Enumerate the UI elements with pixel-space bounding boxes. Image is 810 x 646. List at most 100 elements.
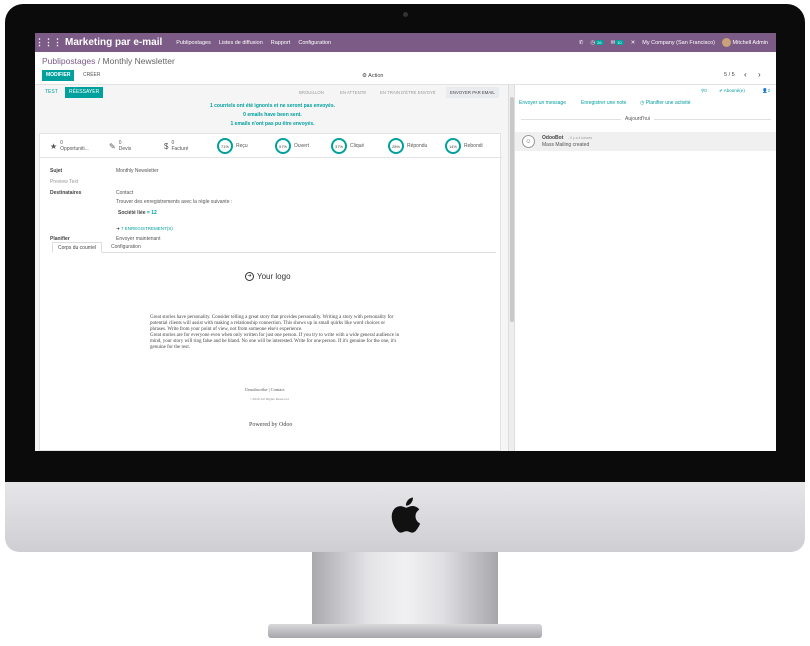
domain-rule-tag[interactable]: Société liée = 12 bbox=[118, 210, 157, 216]
stat-label: Devis bbox=[118, 146, 132, 152]
pager-next-icon[interactable]: › bbox=[758, 70, 761, 79]
apps-grid-icon[interactable]: ⋮⋮⋮ bbox=[35, 37, 62, 48]
smart-buttons: ★ 0 Opportuniti... ✎ 0 Devis $ 0 Facturé 71… bbox=[40, 134, 502, 158]
clock-icon: ◷ bbox=[640, 100, 645, 106]
alert-ignored: 1 courriels ont été ignorés et ne seront… bbox=[35, 103, 510, 109]
clicked-gauge: 37% bbox=[331, 138, 347, 154]
avatar bbox=[722, 38, 731, 47]
camera-icon bbox=[403, 12, 408, 17]
pager-prev-icon[interactable]: ‹ bbox=[744, 70, 747, 79]
attachment-count: 0 bbox=[704, 88, 707, 93]
action-menu[interactable]: ⚙ Action bbox=[362, 73, 383, 79]
log-note-button[interactable]: Enregistrer une note bbox=[581, 100, 626, 106]
contact-link[interactable]: Contact bbox=[271, 387, 285, 392]
chat-icon[interactable]: ✉ 10 bbox=[611, 39, 624, 46]
activity-count-badge: 26 bbox=[595, 39, 604, 45]
message-date: - Il y a 4 heures bbox=[568, 135, 593, 140]
chatter: ⚲0 ✔ Abonné(e) 👤2 Envoyer un message Enr… bbox=[514, 85, 776, 451]
email-footer-links: Unsubscribe | Contact bbox=[245, 387, 285, 392]
alert-text: courriels ont été ignorés et ne seront p… bbox=[214, 103, 336, 109]
records-link[interactable]: ➜ 7 ENREGISTREMENT(S) bbox=[116, 226, 173, 232]
tab-configuration[interactable]: Configuration bbox=[106, 242, 146, 253]
stat-clicked[interactable]: 37% Cliqué bbox=[331, 134, 364, 158]
bounced-gauge: 14% bbox=[445, 138, 461, 154]
odoobot-avatar: ☺ bbox=[522, 135, 535, 148]
stage-draft[interactable]: BROUILLON bbox=[299, 87, 324, 98]
stat-opened[interactable]: 57% Ouvert bbox=[275, 134, 309, 158]
breadcrumb-parent[interactable]: Publipostages bbox=[42, 56, 95, 66]
company-switcher[interactable]: My Company (San Francisco) bbox=[642, 40, 715, 46]
stat-received[interactable]: 71% Reçu bbox=[217, 134, 248, 158]
phone-icon[interactable]: ✆ bbox=[579, 40, 584, 46]
powered-by-text: Powered by Odoo bbox=[249, 422, 293, 428]
stage-queued[interactable]: EN ATTENTE bbox=[340, 87, 366, 98]
stat-quotes[interactable]: ✎ 0 Devis bbox=[109, 134, 131, 158]
gear-icon: ⚙ bbox=[362, 73, 367, 79]
test-button[interactable]: TEST bbox=[41, 87, 62, 98]
subject-label: Sujet bbox=[50, 168, 63, 174]
debug-tools-icon[interactable]: ✕ bbox=[631, 40, 636, 46]
form-view: TEST RÉESSAYER BROUILLON EN ATTENTE EN T… bbox=[35, 85, 510, 451]
alert-text: emails n'ont pas pu être envoyés. bbox=[234, 121, 315, 127]
breadcrumb: Publipostages / Monthly Newsletter bbox=[42, 56, 175, 66]
menu-mailing-lists[interactable]: Listes de diffusion bbox=[219, 40, 263, 46]
stat-invoiced[interactable]: $ 0 Facturé bbox=[164, 134, 188, 158]
user-menu[interactable]: Mitchell Admin bbox=[722, 38, 768, 47]
preview-text-label: Preview Text bbox=[50, 179, 79, 185]
subject-field[interactable]: Monthly Newsletter bbox=[116, 168, 159, 174]
stat-replied[interactable]: 28% Répondu bbox=[388, 134, 427, 158]
odoo-screen: ⋮⋮⋮ Marketing par e-mail Publipostages L… bbox=[35, 33, 776, 451]
follow-button[interactable]: ✔ Abonné(e) bbox=[719, 88, 745, 94]
message-body: Mass Mailing created bbox=[542, 142, 590, 148]
replied-gauge: 28% bbox=[388, 138, 404, 154]
message-author: OdooBot bbox=[542, 135, 564, 141]
stat-label: Cliqué bbox=[350, 143, 365, 149]
recipients-field[interactable]: Contact bbox=[116, 190, 133, 196]
create-button[interactable]: CRÉER bbox=[83, 70, 101, 81]
menu-reporting[interactable]: Rapport bbox=[271, 40, 291, 46]
monitor-foot bbox=[268, 624, 542, 638]
alert-text: emails have been sent. bbox=[247, 112, 302, 118]
action-label: Action bbox=[368, 73, 384, 79]
breadcrumb-current: Monthly Newsletter bbox=[102, 56, 175, 66]
email-paragraph-2: Great stories are for everyone even when… bbox=[150, 332, 400, 350]
stat-bounced[interactable]: 14% Rebondi bbox=[445, 134, 483, 158]
send-message-button[interactable]: Envoyer un message bbox=[519, 100, 566, 106]
chat-count-badge: 10 bbox=[615, 39, 624, 45]
tab-mail-body[interactable]: Corps du courriel bbox=[52, 242, 103, 253]
email-body-text[interactable]: Great stories have personality. Consider… bbox=[150, 315, 400, 350]
pager-value[interactable]: 5 / 5 bbox=[724, 72, 735, 78]
stage-sending[interactable]: EN TRAIN D'ÊTRE ENVOYÉ bbox=[380, 87, 436, 98]
attachment-button[interactable]: ⚲0 bbox=[701, 88, 707, 94]
followers-count: 2 bbox=[767, 88, 771, 93]
app-title: Marketing par e-mail bbox=[65, 37, 163, 48]
systray: ✆ ◷ 26 ✉ 10 ✕ My Company (San Francisco) M… bbox=[579, 38, 776, 47]
top-navbar: ⋮⋮⋮ Marketing par e-mail Publipostages L… bbox=[35, 33, 776, 52]
unsubscribe-link[interactable]: Unsubscribe bbox=[245, 387, 268, 392]
stat-label: Opportuniti... bbox=[60, 146, 89, 152]
menu-publipostages[interactable]: Publipostages bbox=[176, 40, 211, 46]
alert-count: 1 bbox=[230, 121, 234, 127]
copyright-text: ©2020 All Rights Reserved bbox=[250, 397, 289, 401]
email-paragraph-1: Great stories have personality. Consider… bbox=[150, 315, 394, 332]
schedule-activity-button[interactable]: ◷ Planifier une activité bbox=[640, 100, 691, 106]
edit-button[interactable]: MODIFIER bbox=[42, 70, 75, 81]
menu-configuration[interactable]: Configuration bbox=[298, 40, 331, 46]
followers-button[interactable]: 👤2 bbox=[762, 88, 770, 94]
imac-mockup: ⋮⋮⋮ Marketing par e-mail Publipostages L… bbox=[0, 0, 810, 646]
stat-opportunities[interactable]: ★ 0 Opportuniti... bbox=[50, 134, 89, 158]
user-name: Mitchell Admin bbox=[732, 39, 768, 46]
footer-separator: | bbox=[268, 387, 270, 392]
pencil-icon: ✎ bbox=[109, 141, 116, 151]
alert-count: 0 bbox=[243, 112, 246, 118]
schedule-activity-label: Planifier une activité bbox=[645, 100, 691, 106]
apple-logo-icon bbox=[391, 497, 421, 533]
domain-rule-text: Trouver des enregistrements avec la règl… bbox=[116, 199, 233, 205]
retry-button[interactable]: RÉESSAYER bbox=[65, 87, 104, 98]
opened-gauge: 57% bbox=[275, 138, 291, 154]
stage-sent[interactable]: ENVOYER PAR EMAIL bbox=[446, 87, 499, 98]
form-sheet: ★ 0 Opportuniti... ✎ 0 Devis $ 0 Facturé 71… bbox=[39, 133, 502, 451]
follow-label: Abonné(e) bbox=[723, 88, 745, 93]
check-icon: ✔ bbox=[719, 88, 723, 93]
activity-icon[interactable]: ◷ 26 bbox=[590, 39, 604, 46]
